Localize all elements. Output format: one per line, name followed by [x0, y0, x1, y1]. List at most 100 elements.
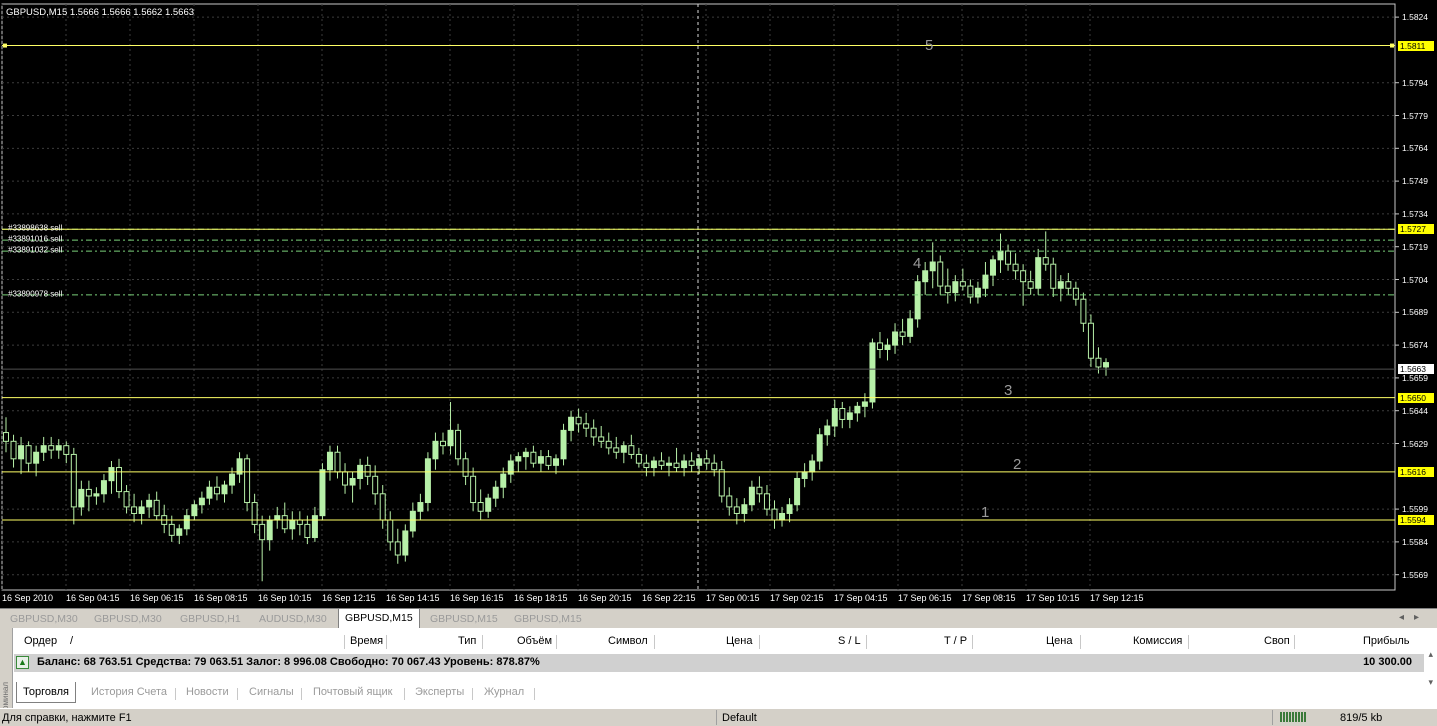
- order-label[interactable]: #33898638 sell: [8, 224, 62, 233]
- col-symbol[interactable]: Символ: [608, 635, 648, 647]
- price-tick-label: 1.5749: [1402, 176, 1428, 187]
- chart-tab[interactable]: GBPUSD,M15: [424, 611, 504, 627]
- candle-body: [462, 458, 469, 477]
- time-tick-label: 16 Sep 08:15: [194, 593, 248, 603]
- candle-body: [1065, 281, 1072, 289]
- candle-body: [892, 331, 899, 346]
- candle-body: [1020, 270, 1027, 283]
- candle-body: [78, 488, 85, 508]
- scroll-up-icon[interactable]: ▴: [1428, 640, 1433, 668]
- tab-news[interactable]: Новости: [186, 686, 229, 698]
- col-sl[interactable]: S / L: [838, 635, 861, 647]
- candle-body: [545, 456, 552, 466]
- chart-tab[interactable]: GBPUSD,M15: [508, 611, 588, 627]
- candle-body: [379, 493, 386, 521]
- col-price[interactable]: Цена: [726, 635, 752, 647]
- candle-body: [304, 523, 311, 539]
- chart-tab[interactable]: GBPUSD,M30: [88, 611, 168, 627]
- col-commission[interactable]: Комиссия: [1133, 635, 1182, 647]
- candle-body: [63, 445, 70, 455]
- candle-body: [131, 506, 138, 514]
- col-order[interactable]: Ордер: [24, 635, 57, 647]
- candle-body: [1103, 362, 1109, 368]
- candle-body: [372, 475, 379, 495]
- col-tp[interactable]: T / P: [944, 635, 967, 647]
- profile-name[interactable]: Default: [722, 712, 757, 724]
- candle-body: [116, 467, 123, 493]
- total-profit: 10 300.00: [1363, 656, 1412, 668]
- order-label[interactable]: #33891016 sell: [8, 235, 62, 244]
- level-number: 2: [1013, 456, 1022, 474]
- col-price-current[interactable]: Цена: [1046, 635, 1072, 647]
- time-tick-label: 16 Sep 12:15: [322, 593, 376, 603]
- col-swap[interactable]: Своп: [1264, 635, 1290, 647]
- tab-journal[interactable]: Журнал: [484, 686, 524, 698]
- candle-body: [967, 285, 974, 298]
- tab-scroll-arrows[interactable]: ◂▸: [1399, 612, 1429, 623]
- order-label[interactable]: #33891032 sell: [8, 246, 62, 255]
- chart-tab[interactable]: AUDUSD,M30: [253, 611, 333, 627]
- candle-body: [989, 259, 996, 276]
- time-tick-label: 17 Sep 12:15: [1090, 593, 1144, 603]
- col-type[interactable]: Тип: [458, 635, 476, 647]
- col-volume[interactable]: Объём: [517, 635, 552, 647]
- candle-body: [48, 445, 55, 451]
- candle-body: [839, 408, 846, 420]
- candle-body: [477, 502, 484, 512]
- candle-body: [334, 451, 341, 473]
- terminal-panel: Терминал Ордер / Время Тип Объём Символ …: [0, 628, 1437, 719]
- candle-body: [183, 515, 190, 530]
- scroll-right-icon[interactable]: ▸: [1414, 612, 1429, 623]
- time-tick-label: 17 Sep 02:15: [770, 593, 824, 603]
- candle-body: [70, 453, 77, 508]
- time-tick-label: 16 Sep 04:15: [66, 593, 120, 603]
- chart-tab[interactable]: GBPUSD,H1: [174, 611, 247, 627]
- candle-body: [854, 405, 861, 414]
- candle-body: [944, 285, 951, 294]
- candle-body: [424, 458, 431, 504]
- chart-tab-active[interactable]: GBPUSD,M15: [338, 609, 420, 629]
- candle-body: [153, 499, 160, 517]
- candle-body: [1057, 281, 1064, 289]
- terminal-sidebar[interactable]: Терминал: [0, 628, 13, 719]
- price-tick-label: 1.5569: [1402, 569, 1428, 580]
- col-profit[interactable]: Прибыль: [1363, 635, 1410, 647]
- candle-body: [55, 445, 62, 451]
- candle-body: [1095, 357, 1102, 368]
- price-tick-label: 1.5704: [1402, 274, 1428, 285]
- candle-body: [146, 499, 153, 508]
- candle-body: [756, 486, 763, 495]
- chart-window[interactable]: GBPUSD,M15 1.5666 1.5666 1.5662 1.5663 1…: [0, 0, 1437, 608]
- candle-body: [25, 445, 32, 464]
- terminal-scroll[interactable]: ▴ ▾: [1428, 640, 1433, 696]
- scroll-down-icon[interactable]: ▾: [1428, 668, 1433, 696]
- tab-trade[interactable]: Торговля: [16, 682, 76, 703]
- time-tick-label: 16 Sep 18:15: [514, 593, 568, 603]
- tab-experts[interactable]: Эксперты: [415, 686, 464, 698]
- candle-body: [522, 451, 529, 458]
- price-tick-label: 1.5599: [1402, 504, 1428, 515]
- candle-body: [786, 504, 793, 514]
- tab-signals[interactable]: Сигналы: [249, 686, 294, 698]
- chart-tab[interactable]: GBPUSD,M30: [4, 611, 84, 627]
- candle-body: [93, 493, 100, 497]
- col-time[interactable]: Время: [350, 635, 383, 647]
- balance-row[interactable]: ▲ Баланс: 68 763.51 Средства: 79 063.51 …: [14, 654, 1424, 672]
- candle-body: [899, 331, 906, 337]
- candle-body: [763, 493, 770, 510]
- balance-up-arrow-icon: ▲: [16, 656, 29, 669]
- candle-body: [846, 412, 853, 420]
- tab-mailbox[interactable]: Почтовый ящик: [313, 686, 392, 698]
- candle-body: [296, 519, 303, 525]
- scroll-left-icon[interactable]: ◂: [1399, 612, 1414, 623]
- candle-body: [515, 456, 522, 462]
- order-label[interactable]: #33890978 sell: [8, 289, 62, 298]
- time-tick-label: 16 Sep 14:15: [386, 593, 440, 603]
- tab-account-history[interactable]: История Счета: [91, 686, 167, 698]
- candle-body: [33, 451, 40, 464]
- level-price-label: 1.5727: [1398, 224, 1434, 235]
- price-tick-label: 1.5644: [1402, 405, 1428, 416]
- candle-body: [553, 458, 559, 466]
- price-chart[interactable]: [0, 0, 1437, 608]
- candle-body: [643, 462, 650, 469]
